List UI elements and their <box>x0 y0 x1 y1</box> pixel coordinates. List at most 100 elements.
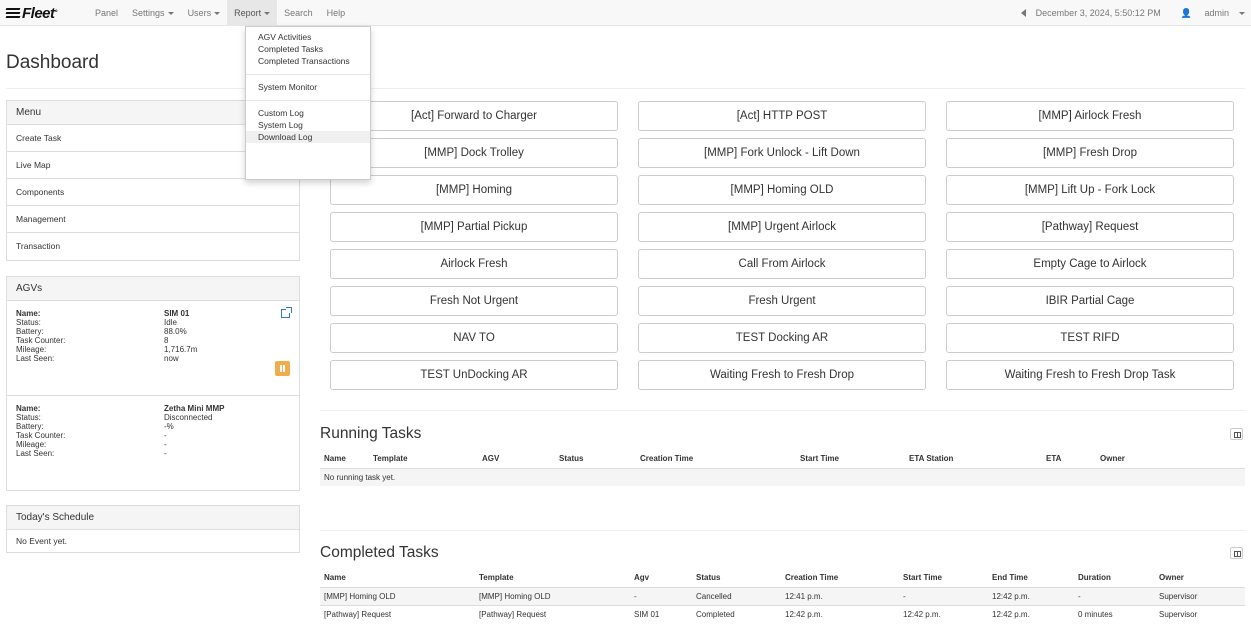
task-button[interactable]: Waiting Fresh to Fresh Drop <box>638 360 926 390</box>
running-empty-text: No running task yet. <box>320 467 1245 486</box>
task-button[interactable]: [MMP] Fresh Drop <box>946 138 1234 168</box>
datetime-display: December 3, 2024, 5:50:12 PM <box>1035 8 1161 18</box>
table-cell: [Pathway] Request <box>475 604 630 623</box>
agv-label: Last Seen: <box>16 354 55 363</box>
table-cell: 12:42 p.m. <box>781 604 899 623</box>
task-button[interactable]: [MMP] Airlock Fresh <box>946 101 1234 131</box>
nav-report[interactable]: Report <box>227 0 278 26</box>
table-cell: - <box>899 586 988 605</box>
completed-column-header[interactable]: Agv <box>630 568 692 588</box>
sidebar-item-transaction[interactable]: Transaction <box>7 233 299 260</box>
agv-task-counter: - <box>164 431 167 440</box>
menu-item-system-monitor[interactable]: System Monitor <box>246 81 370 93</box>
nav-users[interactable]: Users <box>181 0 228 26</box>
agv-label: Task Counter: <box>16 336 66 345</box>
sidebar-item-management[interactable]: Management <box>7 206 299 233</box>
section-divider <box>320 530 1245 531</box>
task-button[interactable]: [MMP] Lift Up - Fork Lock <box>946 175 1234 205</box>
columns-toggle-icon[interactable] <box>1230 428 1243 440</box>
task-button[interactable]: [MMP] Fork Unlock - Lift Down <box>638 138 926 168</box>
task-button[interactable]: [MMP] Homing OLD <box>638 175 926 205</box>
running-column-header[interactable]: ETA Station <box>905 449 1042 469</box>
nav-search[interactable]: Search <box>277 0 320 26</box>
running-column-header[interactable]: Status <box>555 449 636 469</box>
task-button[interactable]: [MMP] Dock Trolley <box>330 138 618 168</box>
navbar-right: December 3, 2024, 5:50:12 PM 👤 admin <box>1011 0 1245 26</box>
running-column-header[interactable]: Template <box>369 449 478 469</box>
table-cell: Completed <box>692 604 781 623</box>
agv-battery: 88.0% <box>164 327 187 336</box>
table-cell: [MMP] Homing OLD <box>475 586 630 605</box>
task-button[interactable]: [MMP] Partial Pickup <box>330 212 618 242</box>
running-column-header[interactable]: Creation Time <box>636 449 796 469</box>
running-column-header[interactable]: Owner <box>1096 449 1245 469</box>
nav-search-label: Search <box>284 8 313 18</box>
task-button[interactable]: TEST Docking AR <box>638 323 926 353</box>
agv-label: Battery: <box>16 327 44 336</box>
agv-card: Name: Zetha Mini MMP Status: Disconnected … <box>7 396 299 490</box>
report-dropdown: AGV Activities Completed Tasks Completed… <box>245 26 371 180</box>
task-button[interactable]: [MMP] Homing <box>330 175 618 205</box>
schedule-empty-text: No Event yet. <box>16 536 68 546</box>
task-button[interactable]: TEST UnDocking AR <box>330 360 618 390</box>
completed-column-header[interactable]: Duration <box>1074 568 1155 588</box>
user-menu[interactable]: 👤 admin <box>1171 8 1245 19</box>
running-column-header[interactable]: Name <box>320 449 369 469</box>
completed-column-header[interactable]: Template <box>475 568 630 588</box>
agv-label: Name: <box>16 404 41 413</box>
completed-column-header[interactable]: Creation Time <box>781 568 899 588</box>
table-cell: - <box>1074 586 1155 605</box>
menu-item-agv-activities[interactable]: AGV Activities <box>246 31 370 43</box>
task-button[interactable]: Empty Cage to Airlock <box>946 249 1234 279</box>
title-divider <box>6 88 1245 89</box>
task-button[interactable]: [Pathway] Request <box>946 212 1234 242</box>
sidebar-item-components[interactable]: Components <box>7 179 299 206</box>
running-column-header[interactable]: AGV <box>478 449 555 469</box>
task-button[interactable]: [Act] Forward to Charger <box>330 101 618 131</box>
menu-item-completed-transactions[interactable]: Completed Transactions <box>246 55 370 67</box>
table-row[interactable]: [MMP] Homing OLD [MMP] Homing OLD - Cancell… <box>320 586 1245 605</box>
task-button[interactable]: NAV TO <box>330 323 618 353</box>
nav-panel[interactable]: Panel <box>88 0 125 26</box>
completed-column-header[interactable]: Status <box>692 568 781 588</box>
nav-settings[interactable]: Settings <box>125 0 181 26</box>
completed-column-header[interactable]: Name <box>320 568 475 588</box>
menu-item-completed-tasks[interactable]: Completed Tasks <box>246 43 370 55</box>
completed-tasks-table: Name Template Agv Status Creation Time Start … <box>320 568 1245 623</box>
task-button[interactable]: Call From Airlock <box>638 249 926 279</box>
agv-label: Mileage: <box>16 345 47 354</box>
menu-item-custom-log[interactable]: Custom Log <box>246 107 370 119</box>
task-button[interactable]: Airlock Fresh <box>330 249 618 279</box>
agv-status: Disconnected <box>164 413 213 422</box>
caret-down-icon <box>1239 11 1245 15</box>
agv-task-counter: 8 <box>164 336 169 345</box>
columns-toggle-icon[interactable] <box>1230 547 1243 559</box>
brand-logo[interactable]: Fleet ° <box>5 3 57 23</box>
agv-label: Status: <box>16 318 41 327</box>
nav-help[interactable]: Help <box>320 0 353 26</box>
menu-item-system-log[interactable]: System Log <box>246 119 370 131</box>
table-row[interactable]: [Pathway] Request [Pathway] Request SIM 01… <box>320 604 1245 623</box>
running-column-header[interactable]: Start Time <box>796 449 905 469</box>
page-title: Dashboard <box>6 52 99 73</box>
agv-mileage: - <box>164 440 167 449</box>
completed-column-header[interactable]: Owner <box>1155 568 1245 588</box>
table-cell: 12:42 p.m. <box>899 604 988 623</box>
task-button[interactable]: TEST RIFD <box>946 323 1234 353</box>
brand-text: Fleet <box>22 4 55 22</box>
logo-bars-icon <box>5 8 21 18</box>
task-button[interactable]: [MMP] Urgent Airlock <box>638 212 926 242</box>
menu-item-download-log[interactable]: Download Log <box>246 131 370 143</box>
speaker-icon[interactable] <box>1020 9 1026 17</box>
caret-down-icon <box>214 12 221 16</box>
task-button[interactable]: Fresh Not Urgent <box>330 286 618 316</box>
task-button[interactable]: IBIR Partial Cage <box>946 286 1234 316</box>
running-column-header[interactable]: ETA <box>1042 449 1096 469</box>
external-link-icon[interactable] <box>281 307 292 318</box>
pause-button[interactable] <box>275 361 290 376</box>
completed-column-header[interactable]: End Time <box>988 568 1074 588</box>
task-button[interactable]: Waiting Fresh to Fresh Drop Task <box>946 360 1234 390</box>
task-button[interactable]: [Act] HTTP POST <box>638 101 926 131</box>
completed-column-header[interactable]: Start Time <box>899 568 988 588</box>
task-button[interactable]: Fresh Urgent <box>638 286 926 316</box>
